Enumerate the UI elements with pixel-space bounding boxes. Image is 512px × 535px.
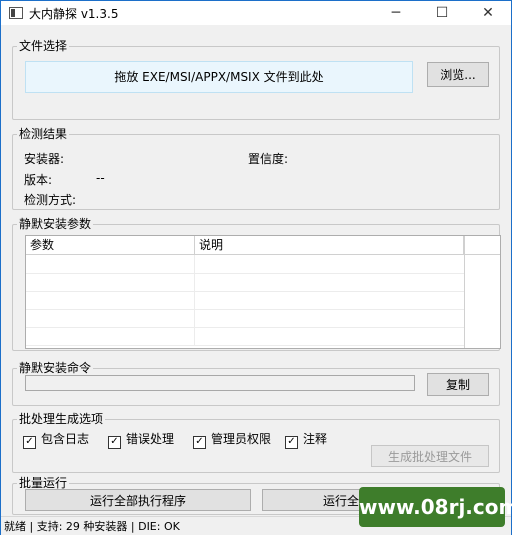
table-row — [26, 273, 464, 292]
browse-button[interactable]: 浏览... — [427, 62, 489, 87]
table-row — [26, 309, 464, 328]
status-text: 就绪 | 支持: 29 种安装器 | DIE: OK — [4, 520, 180, 533]
method-label: 检测方式: — [24, 193, 77, 207]
table-scroll-divider — [464, 236, 465, 348]
file-select-group: 文件选择 拖放 EXE/MSI/APPX/MSIX 文件到此处 浏览... — [12, 38, 500, 120]
version-label: 版本: — [24, 173, 53, 187]
column-header-filler — [464, 236, 500, 255]
checkbox-checked-icon: ✓ — [23, 436, 36, 449]
table-row — [26, 327, 464, 346]
app-window: 大内静探 v1.3.5 ─ ☐ ✕ 文件选择 拖放 EXE/MSI/APPX/M… — [0, 0, 512, 535]
column-header-param[interactable]: 参数 — [26, 236, 195, 255]
table-row — [26, 255, 464, 274]
option-error-handling[interactable]: ✓ 错误处理 — [108, 430, 174, 449]
checkbox-checked-icon: ✓ — [285, 436, 298, 449]
version-value: -- — [96, 171, 105, 185]
detect-result-legend: 检测结果 — [17, 126, 70, 142]
app-icon — [9, 7, 23, 19]
copy-button[interactable]: 复制 — [427, 373, 489, 396]
option-include-log-label: 包含日志 — [41, 432, 90, 446]
table-row — [26, 291, 464, 310]
drop-zone[interactable]: 拖放 EXE/MSI/APPX/MSIX 文件到此处 — [25, 61, 413, 93]
command-field[interactable] — [25, 375, 415, 391]
batch-options-legend: 批处理生成选项 — [17, 411, 106, 427]
installer-label: 安装器: — [24, 152, 65, 166]
silent-command-legend: 静默安装命令 — [17, 360, 94, 376]
silent-command-group: 静默安装命令 复制 — [12, 360, 500, 406]
silent-params-legend: 静默安装参数 — [17, 216, 94, 232]
run-all-button[interactable]: 运行全部执行程序 — [25, 489, 251, 511]
window-title: 大内静探 v1.3.5 — [29, 7, 119, 21]
batch-options-group: 批处理生成选项 ✓ 包含日志 ✓ 错误处理 ✓ 管理员权限 ✓ 注释 生成批处理文件 — [12, 411, 500, 473]
detect-result-group: 检测结果 安装器: 置信度: 版本: -- 检测方式: — [12, 126, 500, 210]
file-select-legend: 文件选择 — [17, 38, 70, 54]
option-comments[interactable]: ✓ 注释 — [285, 430, 327, 449]
option-error-handling-label: 错误处理 — [126, 432, 175, 446]
minimize-button[interactable]: ─ — [373, 1, 419, 25]
maximize-button[interactable]: ☐ — [419, 1, 465, 25]
option-include-log[interactable]: ✓ 包含日志 — [23, 430, 89, 449]
checkbox-checked-icon: ✓ — [108, 436, 121, 449]
column-header-desc[interactable]: 说明 — [195, 236, 464, 255]
watermark-logo: www.08rj.com — [359, 487, 512, 527]
params-table[interactable]: 参数 说明 — [25, 235, 501, 349]
silent-params-group: 静默安装参数 参数 说明 — [12, 216, 501, 351]
generate-batch-button[interactable]: 生成批处理文件 — [371, 445, 489, 467]
title-bar[interactable]: 大内静探 v1.3.5 ─ ☐ ✕ — [1, 1, 511, 25]
close-button[interactable]: ✕ — [465, 1, 511, 25]
confidence-label: 置信度: — [248, 152, 289, 166]
option-admin-rights-label: 管理员权限 — [211, 432, 272, 446]
checkbox-checked-icon: ✓ — [193, 436, 206, 449]
option-admin-rights[interactable]: ✓ 管理员权限 — [193, 430, 271, 449]
option-comments-label: 注释 — [303, 432, 328, 446]
